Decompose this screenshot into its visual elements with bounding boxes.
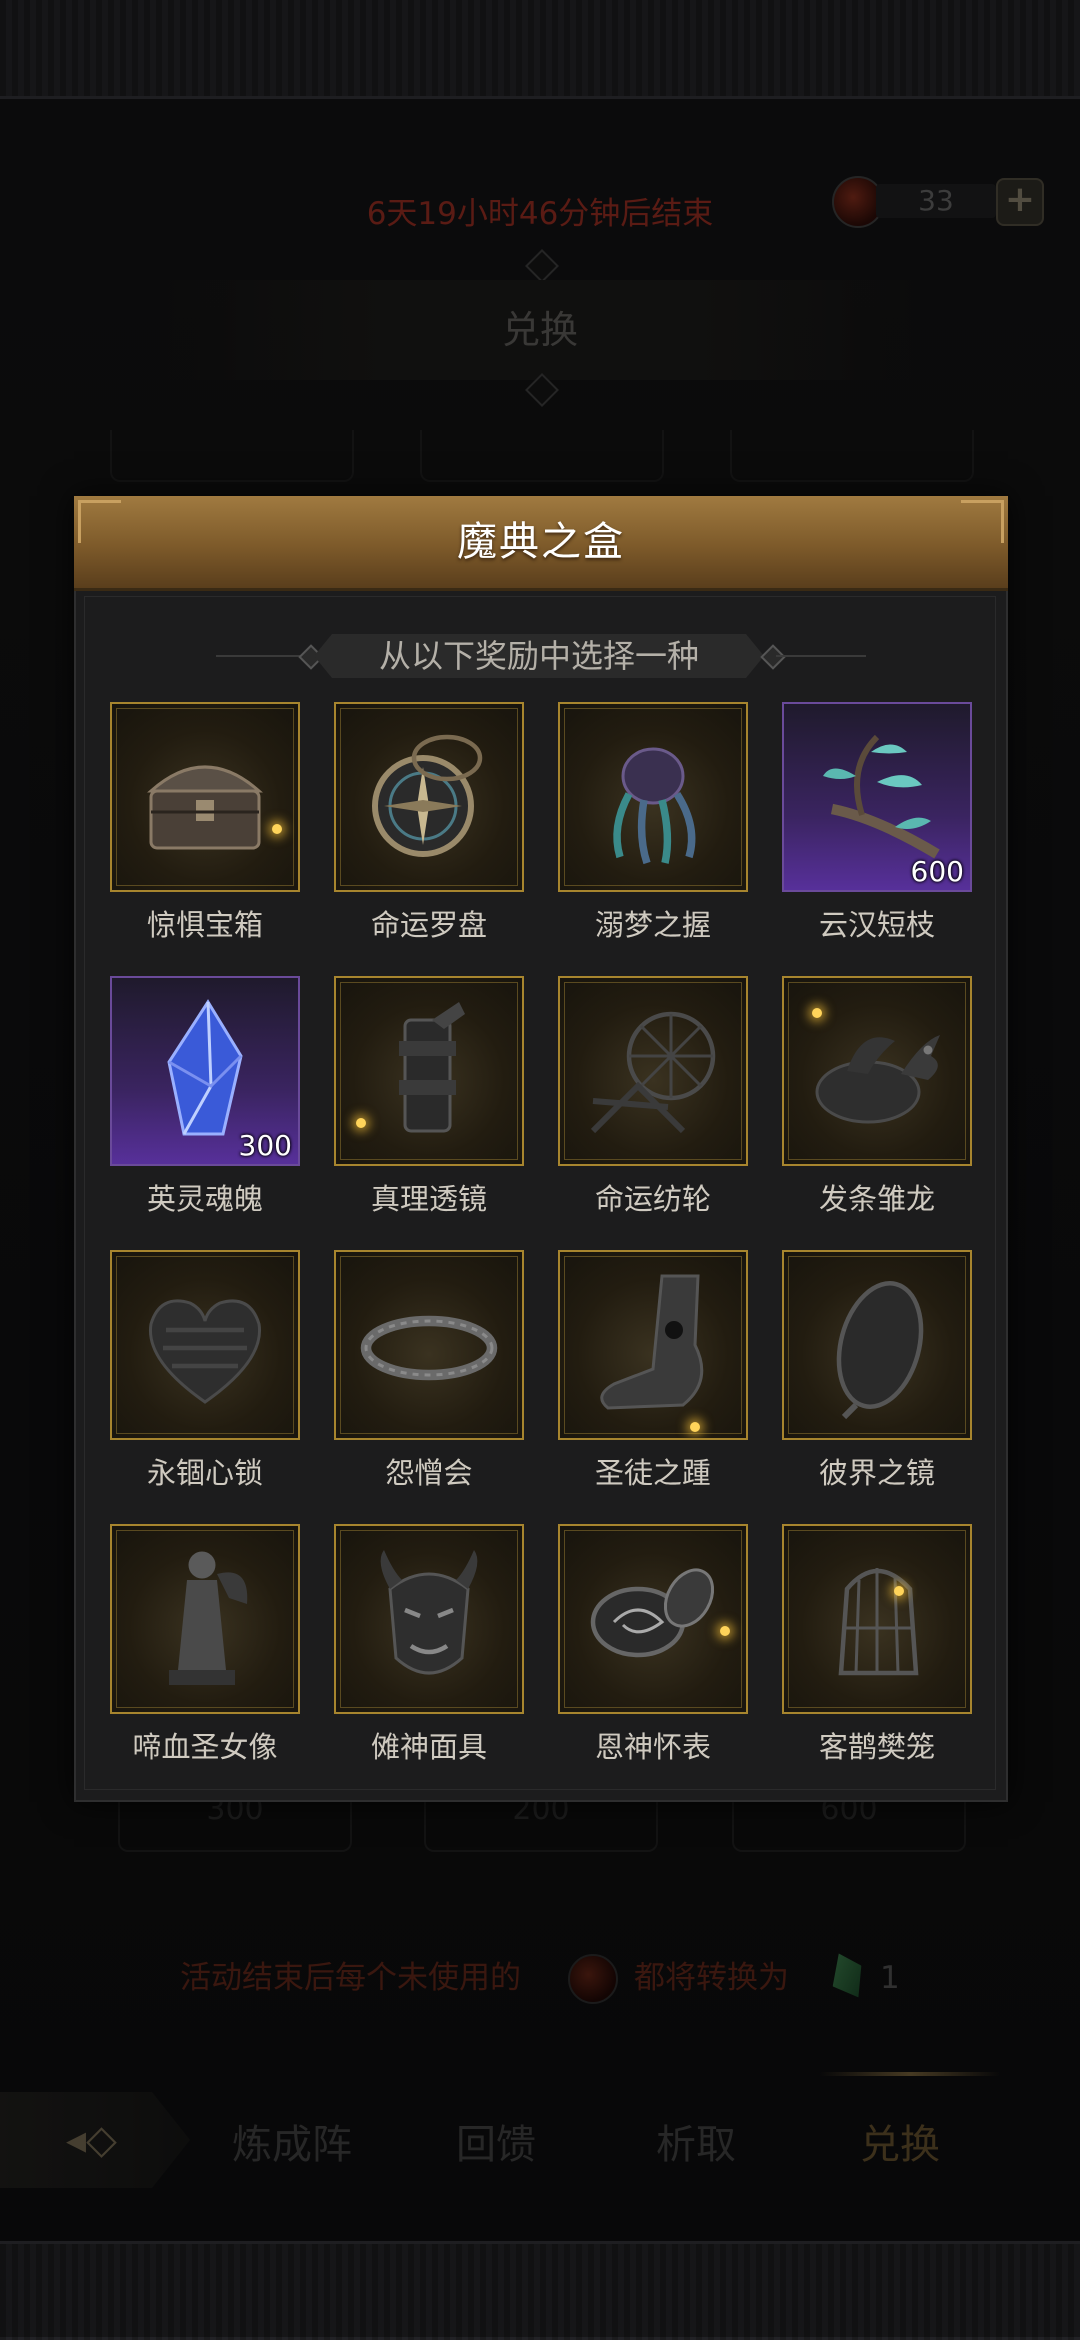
reward-name: 溺梦之握 — [594, 908, 711, 942]
reward-selection-modal: 魔典之盒 从以下奖励中选择一种 惊惧宝箱 命运罗盘 溺梦之握 600 云汉短枝 … — [74, 496, 1008, 1802]
reward-name: 啼血圣女像 — [132, 1730, 278, 1764]
mirror-icon — [836, 1281, 924, 1420]
statue-icon — [169, 1551, 248, 1685]
saint-foot-icon — [600, 1274, 704, 1410]
reward-item[interactable]: 300 英灵魂魄 — [110, 976, 300, 1226]
reward-name: 惊惧宝箱 — [146, 908, 263, 942]
reward-thumbnail — [782, 1250, 972, 1440]
reward-item[interactable]: 客鹊樊笼 — [782, 1524, 972, 1774]
reward-thumbnail — [558, 702, 748, 892]
reward-thumbnail: 300 — [110, 976, 300, 1166]
reward-thumbnail — [334, 976, 524, 1166]
reward-name: 永锢心锁 — [146, 1456, 263, 1490]
lens-icon — [399, 1002, 465, 1133]
reward-thumbnail — [558, 1524, 748, 1714]
branch-icon — [823, 734, 940, 859]
reward-thumbnail — [334, 1250, 524, 1440]
reward-name: 英灵魂魄 — [146, 1182, 263, 1216]
reward-name: 怨憎会 — [385, 1456, 473, 1490]
modal-header: 魔典之盒 — [74, 496, 1008, 591]
reward-name: 真理透镜 — [370, 1182, 487, 1216]
crystal-icon — [167, 999, 243, 1136]
reward-name: 命运罗盘 — [370, 908, 487, 942]
pocket-watch-icon — [590, 1568, 715, 1658]
reward-name: 命运纺轮 — [594, 1182, 711, 1216]
tentacle-claw-icon — [613, 747, 696, 865]
compass-icon — [372, 734, 483, 857]
divider — [776, 655, 866, 657]
reward-item[interactable]: 溺梦之握 — [558, 702, 748, 952]
reward-item[interactable]: 啼血圣女像 — [110, 1524, 300, 1774]
reward-thumbnail — [334, 1524, 524, 1714]
reward-item[interactable]: 彼界之镜 — [782, 1250, 972, 1500]
reward-thumbnail — [558, 1250, 748, 1440]
modal-title: 魔典之盒 — [457, 519, 625, 565]
birdcage-icon — [838, 1568, 919, 1676]
reward-item[interactable]: 惊惧宝箱 — [110, 702, 300, 952]
reward-item[interactable]: 永锢心锁 — [110, 1250, 300, 1500]
reward-thumbnail — [110, 702, 300, 892]
reward-thumbnail — [782, 976, 972, 1166]
reward-item[interactable]: 恩神怀表 — [558, 1524, 748, 1774]
reward-name: 发条雏龙 — [818, 1182, 935, 1216]
reward-item[interactable]: 发条雏龙 — [782, 976, 972, 1226]
reward-thumbnail — [558, 976, 748, 1166]
thorn-ring-icon — [360, 1315, 498, 1381]
reward-item[interactable]: 命运罗盘 — [334, 702, 524, 952]
reward-name: 客鹊樊笼 — [818, 1730, 935, 1764]
reward-item[interactable]: 傩神面具 — [334, 1524, 524, 1774]
reward-quantity: 600 — [910, 855, 964, 888]
reward-thumbnail — [110, 1250, 300, 1440]
reward-item[interactable]: 怨憎会 — [334, 1250, 524, 1500]
reward-name: 傩神面具 — [370, 1730, 487, 1764]
reward-name: 彼界之镜 — [818, 1456, 935, 1490]
reward-quantity: 300 — [238, 1129, 292, 1162]
clockwork-dragon-icon — [815, 1035, 940, 1124]
reward-item[interactable]: 命运纺轮 — [558, 976, 748, 1226]
reward-name: 恩神怀表 — [594, 1730, 711, 1764]
reward-item[interactable]: 圣徒之踵 — [558, 1250, 748, 1500]
reward-thumbnail — [110, 1524, 300, 1714]
reward-item[interactable]: 600 云汉短枝 — [782, 702, 972, 952]
reward-name: 圣徒之踵 — [594, 1456, 711, 1490]
divider — [216, 655, 306, 657]
reward-item[interactable]: 真理透镜 — [334, 976, 524, 1226]
modal-subtitle: 从以下奖励中选择一种 — [378, 637, 699, 675]
spinning-wheel-icon — [590, 1011, 716, 1134]
reward-thumbnail — [334, 702, 524, 892]
treasure-chest-icon — [147, 765, 263, 850]
reward-name: 云汉短枝 — [818, 908, 935, 942]
oni-mask-icon — [380, 1550, 478, 1675]
reward-thumbnail — [782, 1524, 972, 1714]
reward-thumbnail: 600 — [782, 702, 972, 892]
heart-lock-icon — [148, 1299, 262, 1404]
